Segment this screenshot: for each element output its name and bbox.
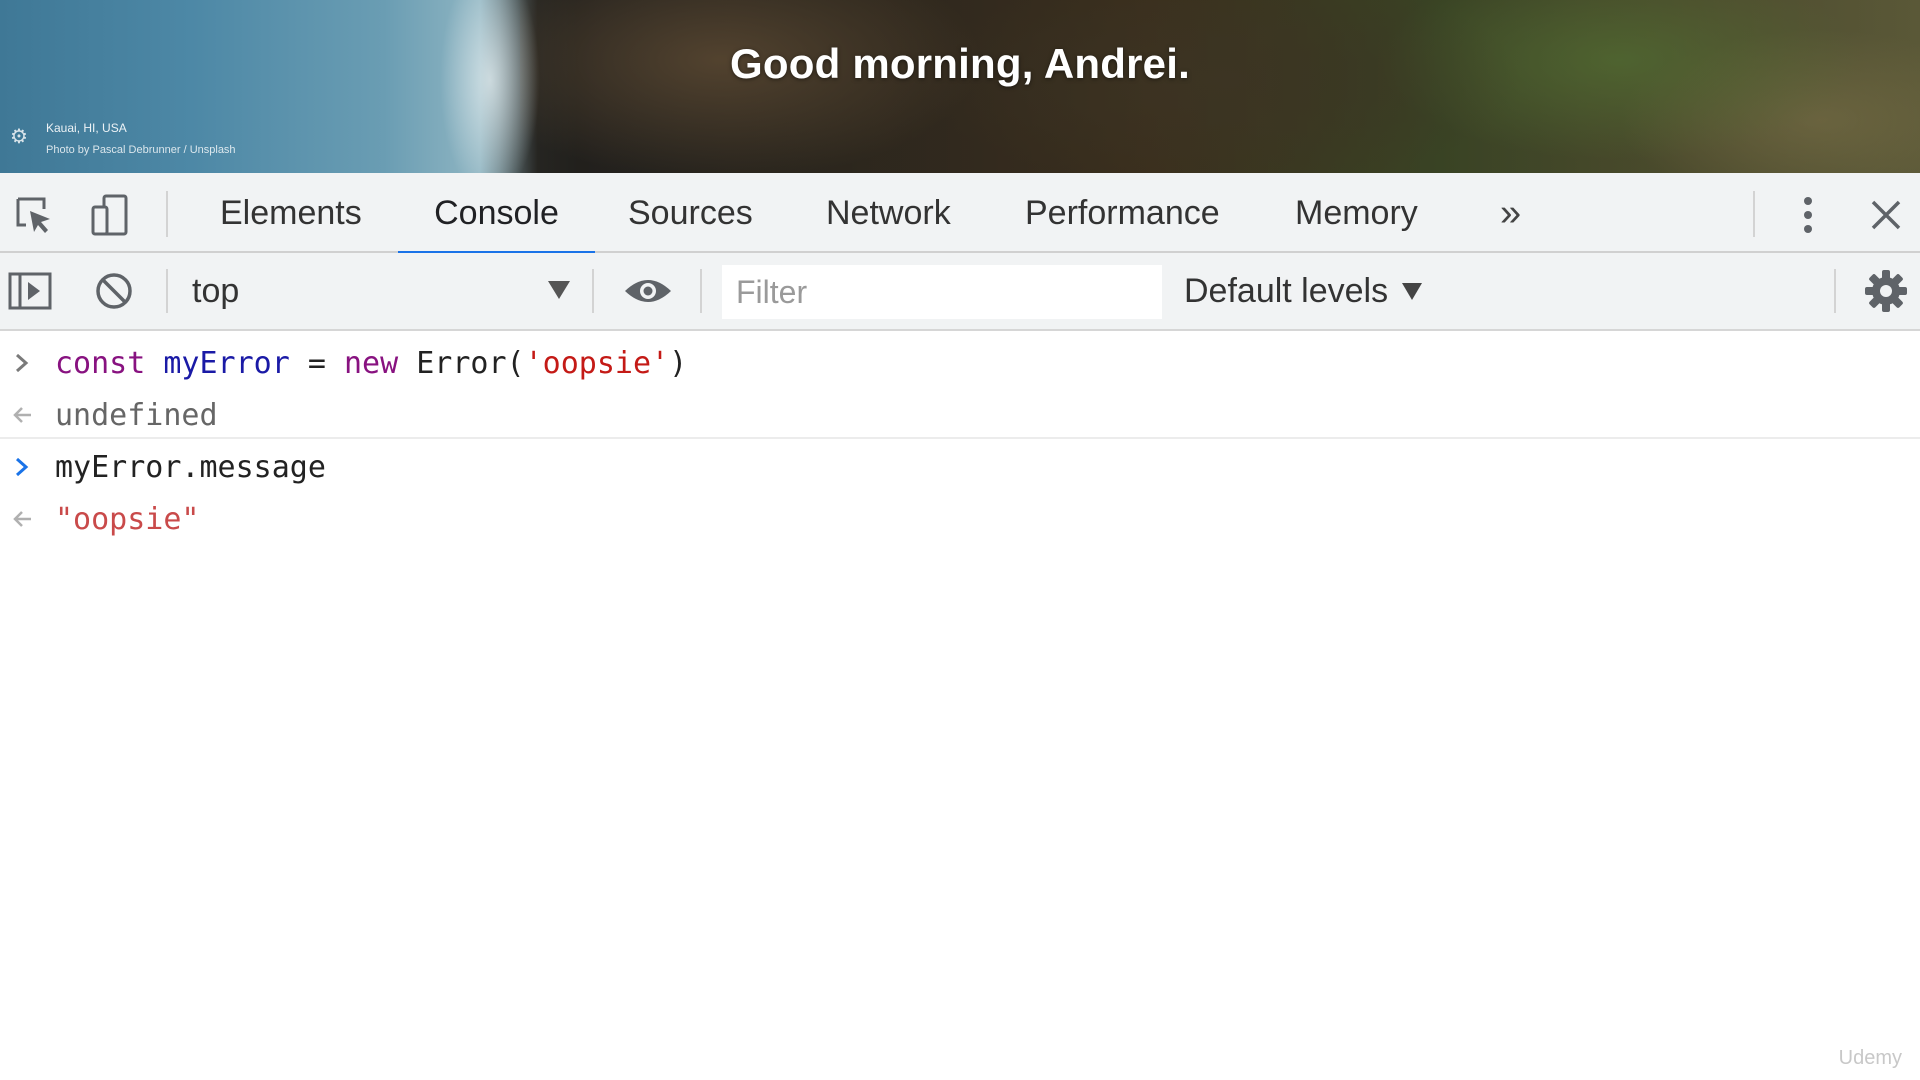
prompt-chevron-icon: [8, 441, 36, 493]
toolbar-divider: [592, 269, 594, 313]
console-toolbar: top Default levels: [0, 253, 1920, 331]
tab-sources[interactable]: Sources: [596, 173, 785, 253]
greeting-text: Good morning, Andrei.: [730, 40, 1190, 87]
dropdown-arrow-icon: [1402, 282, 1423, 300]
tab-label: Sources: [628, 193, 753, 232]
console-result-entry: "oopsie": [0, 493, 1920, 545]
udemy-watermark-logo: Udemy: [1838, 1047, 1902, 1069]
console-output[interactable]: const myError = new Error('oopsie') unde…: [0, 331, 1920, 1080]
tab-label: Console: [434, 193, 559, 232]
result-arrow-icon: [8, 493, 36, 545]
photo-location: Kauai, HI, USA: [46, 121, 127, 135]
device-toolbar-icon[interactable]: [88, 193, 132, 237]
code-token: Error(: [398, 345, 525, 381]
tab-network[interactable]: Network: [794, 173, 983, 253]
code-token: 'oopsie': [524, 345, 670, 381]
console-input-code: const myError = new Error('oopsie'): [55, 346, 687, 381]
console-input-code[interactable]: myError.message: [55, 450, 326, 485]
tab-label: Performance: [1025, 193, 1220, 232]
prompt-chevron-icon: [8, 337, 36, 389]
filter-input[interactable]: [722, 265, 1162, 319]
tab-label: Elements: [220, 193, 362, 232]
tab-label: Network: [826, 193, 951, 232]
photo-credit: Photo by Pascal Debrunner / Unsplash: [46, 144, 236, 156]
toolbar-divider: [166, 269, 168, 313]
more-tabs-button[interactable]: »: [1468, 173, 1553, 253]
toolbar-divider: [1834, 269, 1836, 313]
code-token: const: [55, 345, 146, 381]
new-tab-background: Good morning, Andrei. ⚙ Kauai, HI, USA P…: [0, 0, 1920, 173]
live-expression-eye-icon[interactable]: [622, 269, 674, 313]
execution-context-value: top: [192, 271, 240, 310]
clear-console-icon[interactable]: [92, 269, 136, 313]
console-input-entry: const myError = new Error('oopsie'): [0, 337, 1920, 389]
console-input-entry: myError.message: [0, 441, 1920, 493]
tab-elements[interactable]: Elements: [188, 173, 394, 253]
chevron-double-right-icon: »: [1500, 191, 1522, 234]
close-devtools-icon[interactable]: [1864, 193, 1908, 237]
show-sidebar-icon[interactable]: [8, 269, 52, 313]
inspect-element-icon[interactable]: [12, 193, 56, 237]
tab-memory[interactable]: Memory: [1263, 173, 1450, 253]
settings-gear-icon[interactable]: ⚙: [8, 126, 30, 148]
tab-label: Memory: [1295, 193, 1418, 232]
code-token: =: [289, 345, 344, 381]
toolbar-divider: [700, 269, 702, 313]
code-token: myError: [163, 345, 290, 381]
console-result-entry: undefined: [0, 389, 1920, 441]
console-result-value: undefined: [55, 397, 218, 433]
log-levels-label: Default levels: [1184, 271, 1389, 310]
toolbar-divider: [166, 191, 168, 237]
dropdown-arrow-icon: [548, 281, 570, 299]
log-levels-dropdown[interactable]: Default levels: [1184, 253, 1423, 329]
tab-performance[interactable]: Performance: [993, 173, 1252, 253]
toolbar-divider: [1753, 191, 1755, 237]
result-arrow-icon: [8, 389, 36, 441]
entry-divider: [0, 437, 1920, 439]
execution-context-select[interactable]: top: [180, 253, 580, 329]
tab-console[interactable]: Console: [398, 173, 595, 255]
more-options-kebab-icon[interactable]: [1786, 193, 1830, 237]
code-token: ): [669, 345, 688, 381]
console-result-value: "oopsie": [55, 501, 200, 537]
code-token: new: [344, 345, 399, 381]
console-settings-gear-icon[interactable]: [1864, 269, 1908, 313]
devtools-tab-bar: Elements Console Sources Network Perform…: [0, 173, 1920, 255]
